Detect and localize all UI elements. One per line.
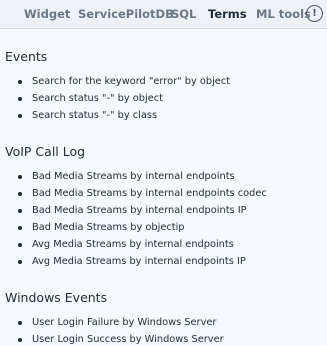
- list-item: Bad Media Streams by internal endpoints: [18, 168, 322, 185]
- list-item: Avg Media Streams by internal endpoints: [18, 236, 322, 253]
- tab-sql[interactable]: SQL: [171, 7, 196, 21]
- bullet-icon: [18, 242, 22, 247]
- terms-content: Events Search for the keyword "error" by…: [0, 49, 327, 346]
- bullet-icon: [18, 337, 22, 342]
- tab-servicepilotdb[interactable]: ServicePilotDB: [78, 7, 174, 21]
- term-link[interactable]: Bad Media Streams by internal endpoints …: [32, 205, 247, 216]
- bullet-icon: [18, 225, 22, 230]
- list-item: Bad Media Streams by internal endpoints …: [18, 202, 322, 219]
- bullet-icon: [18, 259, 22, 264]
- term-link[interactable]: Bad Media Streams by objectip: [32, 222, 185, 233]
- list-item: Search status "-" by class: [18, 107, 322, 124]
- list-item: Avg Media Streams by internal endpoints …: [18, 253, 322, 270]
- term-link[interactable]: User Login Success by Windows Server: [32, 334, 224, 345]
- bullet-icon: [18, 191, 22, 196]
- list-item: Bad Media Streams by objectip: [18, 219, 322, 236]
- list-item: Search for the keyword "error" by object: [18, 73, 322, 90]
- item-list: User Login Failure by Windows Server Use…: [5, 314, 322, 346]
- section-title: Events: [5, 49, 48, 64]
- bullet-icon: [18, 96, 22, 101]
- list-item: Search status "-" by object: [18, 90, 322, 107]
- bullet-icon: [18, 320, 22, 325]
- section-events: Events Search for the keyword "error" by…: [5, 49, 322, 124]
- term-link[interactable]: Bad Media Streams by internal endpoints …: [32, 188, 267, 199]
- term-link[interactable]: Bad Media Streams by internal endpoints: [32, 171, 235, 182]
- tab-bar: Widget ServicePilotDB SQL Terms ML tools…: [0, 0, 327, 29]
- list-item: User Login Success by Windows Server: [18, 331, 322, 346]
- term-link[interactable]: Search status "-" by object: [32, 93, 163, 104]
- item-list: Search for the keyword "error" by object…: [5, 73, 322, 124]
- tab-ml-tools[interactable]: ML tools: [256, 7, 311, 21]
- section-title: VoIP Call Log: [5, 144, 86, 159]
- item-list: Bad Media Streams by internal endpoints …: [5, 168, 322, 270]
- section-windows-events: Windows Events User Login Failure by Win…: [5, 290, 322, 346]
- term-link[interactable]: Search status "-" by class: [32, 110, 157, 121]
- term-link[interactable]: Avg Media Streams by internal endpoints: [32, 239, 234, 250]
- bullet-icon: [18, 113, 22, 118]
- section-voip-call-log: VoIP Call Log Bad Media Streams by inter…: [5, 144, 322, 270]
- bullet-icon: [18, 174, 22, 179]
- bullet-icon: [18, 79, 22, 84]
- term-link[interactable]: Avg Media Streams by internal endpoints …: [32, 256, 246, 267]
- bullet-icon: [18, 208, 22, 213]
- section-title: Windows Events: [5, 290, 108, 305]
- list-item: Bad Media Streams by internal endpoints …: [18, 185, 322, 202]
- term-link[interactable]: Search for the keyword "error" by object: [32, 76, 230, 87]
- tab-widget[interactable]: Widget: [24, 7, 70, 21]
- info-icon[interactable]: !: [306, 5, 323, 22]
- list-item: User Login Failure by Windows Server: [18, 314, 322, 331]
- tab-terms[interactable]: Terms: [208, 7, 247, 21]
- term-link[interactable]: User Login Failure by Windows Server: [32, 317, 216, 328]
